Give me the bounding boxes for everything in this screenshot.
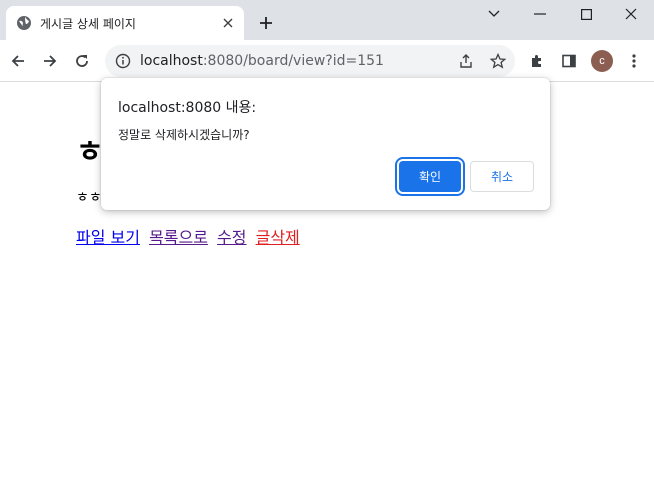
back-button[interactable] — [5, 48, 31, 74]
forward-button[interactable] — [37, 48, 63, 74]
tab-search-button[interactable] — [471, 0, 517, 28]
tab-title: 게시글 상세 페이지 — [40, 16, 136, 31]
url-host: localhost — [140, 53, 203, 69]
address-bar[interactable]: localhost:8080/board/view?id=151 — [105, 45, 515, 77]
reload-button[interactable] — [69, 48, 95, 74]
bookmark-star-icon[interactable] — [489, 52, 507, 70]
tab-strip: 게시글 상세 페이지 — [0, 0, 654, 40]
delete-link[interactable]: 글삭제 — [256, 228, 300, 247]
close-icon[interactable] — [218, 13, 238, 33]
maximize-button[interactable] — [563, 0, 609, 28]
extensions-puzzle-icon[interactable] — [524, 48, 550, 74]
info-icon[interactable] — [115, 53, 131, 69]
confirm-dialog: localhost:8080 내용: 정말로 삭제하시겠습니까? 확인 취소 — [101, 78, 550, 210]
minimize-button[interactable] — [517, 0, 563, 28]
post-body: ㅎㅎ — [76, 190, 102, 206]
avatar[interactable]: c — [591, 50, 613, 72]
url-text: localhost:8080/board/view?id=151 — [140, 53, 384, 69]
side-panel-icon[interactable] — [556, 48, 582, 74]
share-icon[interactable] — [457, 52, 475, 70]
new-tab-button[interactable] — [254, 11, 278, 35]
to-list-link[interactable]: 목록으로 — [149, 228, 208, 247]
globe-icon — [16, 15, 32, 31]
dialog-title: localhost:8080 내용: — [118, 100, 257, 116]
file-view-link[interactable]: 파일 보기 — [76, 228, 140, 247]
action-links: 파일 보기 목록으로 수정 글삭제 — [76, 224, 304, 248]
edit-link[interactable]: 수정 — [217, 228, 246, 247]
cancel-button[interactable]: 취소 — [470, 161, 534, 192]
browser-tab[interactable]: 게시글 상세 페이지 — [6, 6, 244, 40]
post-title: ㅎ — [76, 135, 104, 170]
browser-toolbar: localhost:8080/board/view?id=151 c — [0, 40, 654, 82]
window-close-button[interactable] — [608, 0, 654, 28]
menu-kebab-icon[interactable] — [621, 48, 647, 74]
dialog-message: 정말로 삭제하시겠습니까? — [118, 128, 250, 142]
ok-button[interactable]: 확인 — [399, 161, 461, 192]
url-path: :8080/board/view?id=151 — [202, 53, 384, 69]
